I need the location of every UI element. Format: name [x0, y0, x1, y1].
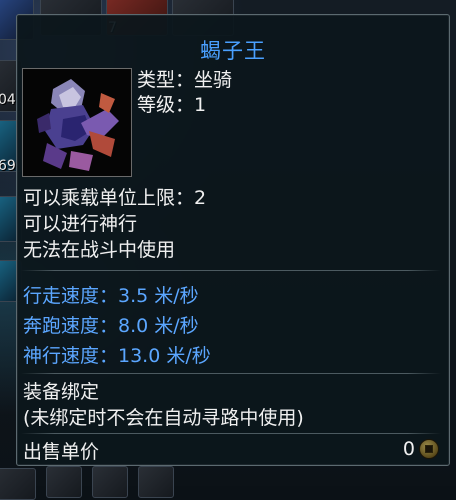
sell-price-label: 出售单价: [23, 441, 100, 463]
coin-icon: [419, 439, 439, 459]
item-tooltip: 蝎子王 类型：坐骑 等级：1 可以乘载单位上限：2 可以进行神行 无法在战斗中使…: [16, 14, 450, 466]
divider: [21, 433, 441, 434]
property-divine-travel: 可以进行神行: [23, 213, 138, 235]
speed-walk: 行走速度：3.5 米/秒: [23, 285, 199, 307]
bg-inventory-slot[interactable]: [0, 468, 36, 500]
scorpion-mount-icon: [23, 69, 131, 176]
item-icon-frame: [22, 68, 132, 177]
bg-inventory-slot[interactable]: [138, 466, 174, 498]
speed-divine: 神行速度：13.0 米/秒: [23, 345, 211, 367]
divider: [21, 373, 441, 374]
divider: [21, 270, 441, 271]
bg-inventory-slot[interactable]: [92, 466, 128, 498]
property-passenger-limit: 可以乘载单位上限：2: [23, 187, 207, 209]
bg-lock-slot[interactable]: [46, 466, 82, 498]
sell-price-value: 0: [402, 438, 415, 460]
binding-title: 装备绑定: [23, 381, 100, 403]
item-level: 等级：1: [137, 94, 207, 116]
item-title: 蝎子王: [200, 39, 266, 63]
item-type: 类型：坐骑: [137, 69, 233, 91]
sell-price: 0: [403, 438, 439, 460]
binding-note: (未绑定时不会在自动寻路中使用): [23, 407, 304, 429]
bg-slot-count: 69: [0, 158, 16, 174]
property-no-combat: 无法在战斗中使用: [23, 239, 176, 261]
bg-slot-count: 04: [0, 92, 16, 108]
speed-run: 奔跑速度：8.0 米/秒: [23, 315, 199, 337]
